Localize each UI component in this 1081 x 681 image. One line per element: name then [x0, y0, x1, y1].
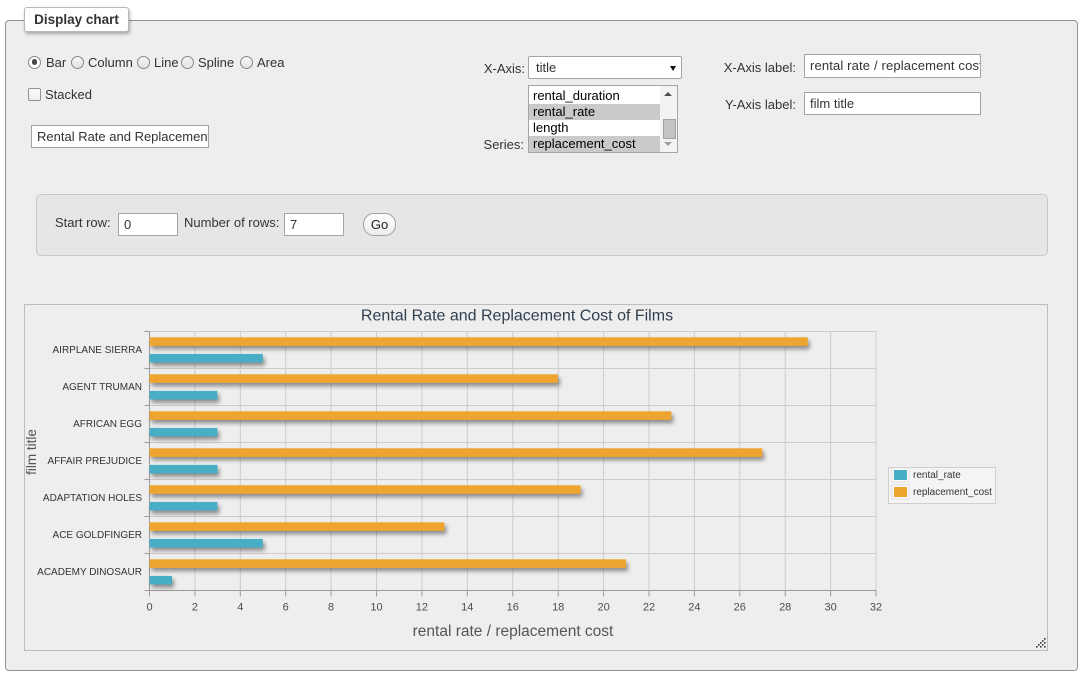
- svg-text:AFFAIR PREJUDICE: AFFAIR PREJUDICE: [48, 456, 143, 467]
- svg-text:20: 20: [597, 602, 609, 614]
- svg-text:32: 32: [870, 602, 882, 614]
- svg-text:AGENT TRUMAN: AGENT TRUMAN: [62, 382, 142, 393]
- svg-text:26: 26: [734, 602, 746, 614]
- svg-text:0: 0: [146, 602, 152, 614]
- svg-text:ADAPTATION HOLES: ADAPTATION HOLES: [43, 493, 142, 504]
- svg-text:rental_rate: rental_rate: [913, 470, 961, 481]
- svg-text:AFRICAN EGG: AFRICAN EGG: [73, 419, 142, 430]
- svg-text:6: 6: [283, 602, 289, 614]
- svg-text:4: 4: [237, 602, 243, 614]
- svg-text:18: 18: [552, 602, 564, 614]
- svg-text:10: 10: [370, 602, 382, 614]
- svg-text:film title: film title: [25, 429, 39, 475]
- svg-text:ACADEMY DINOSAUR: ACADEMY DINOSAUR: [37, 567, 142, 578]
- svg-text:22: 22: [643, 602, 655, 614]
- svg-text:ACE GOLDFINGER: ACE GOLDFINGER: [53, 530, 142, 541]
- svg-text:12: 12: [416, 602, 428, 614]
- svg-text:8: 8: [328, 602, 334, 614]
- svg-text:Rental Rate and Replacement Co: Rental Rate and Replacement Cost of Film…: [361, 308, 673, 325]
- svg-text:2: 2: [192, 602, 198, 614]
- svg-text:24: 24: [688, 602, 700, 614]
- svg-text:16: 16: [507, 602, 519, 614]
- svg-text:rental rate / replacement cost: rental rate / replacement cost: [413, 623, 614, 640]
- svg-text:30: 30: [824, 602, 836, 614]
- svg-text:replacement_cost: replacement_cost: [913, 487, 992, 498]
- svg-text:28: 28: [779, 602, 791, 614]
- svg-text:AIRPLANE SIERRA: AIRPLANE SIERRA: [53, 345, 143, 356]
- svg-text:14: 14: [461, 602, 473, 614]
